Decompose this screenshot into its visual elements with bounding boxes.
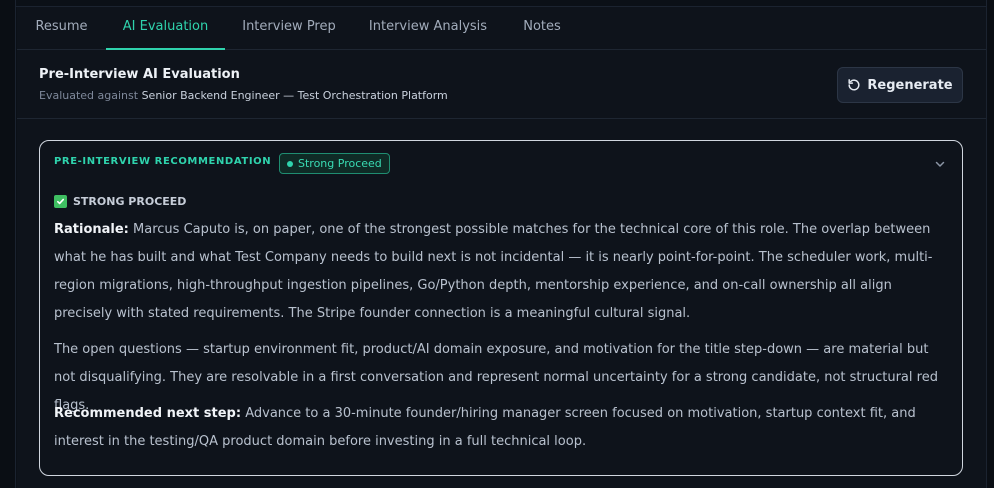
app-shell: Resume AI Evaluation Interview Prep Inte… bbox=[0, 0, 994, 488]
tab-interview-analysis[interactable]: Interview Analysis bbox=[353, 7, 503, 50]
rationale-paragraph: Rationale: Marcus Caputo is, on paper, o… bbox=[54, 216, 946, 328]
card-label: PRE-INTERVIEW RECOMMENDATION bbox=[54, 156, 272, 167]
status-badge-label: Strong Proceed bbox=[298, 157, 382, 170]
tab-resume[interactable]: Resume bbox=[17, 7, 106, 50]
rationale-text: Marcus Caputo is, on paper, one of the s… bbox=[54, 222, 933, 321]
subtitle-prefix: Evaluated against bbox=[39, 89, 139, 102]
regenerate-label: Regenerate bbox=[867, 77, 953, 93]
next-step-paragraph: Recommended next step: Advance to a 30-m… bbox=[54, 400, 946, 456]
status-badge: Strong Proceed bbox=[279, 153, 390, 174]
status-dot-icon bbox=[287, 160, 293, 167]
refresh-icon bbox=[847, 78, 861, 92]
tab-interview-prep[interactable]: Interview Prep bbox=[225, 7, 353, 50]
check-box-icon bbox=[54, 195, 67, 208]
verdict-text: STRONG PROCEED bbox=[73, 195, 187, 208]
right-rail bbox=[986, 0, 994, 488]
recommendation-card: PRE-INTERVIEW RECOMMENDATION Strong Proc… bbox=[39, 140, 963, 476]
tab-bar: Resume AI Evaluation Interview Prep Inte… bbox=[17, 7, 986, 50]
tab-notes[interactable]: Notes bbox=[503, 7, 581, 50]
page-title: Pre-Interview AI Evaluation bbox=[39, 67, 240, 82]
verdict-line: STRONG PROCEED bbox=[54, 195, 186, 208]
candidate-panel: Resume AI Evaluation Interview Prep Inte… bbox=[17, 7, 986, 488]
next-step-label: Recommended next step: bbox=[54, 406, 242, 421]
role-name: Senior Backend Engineer — Test Orchestra… bbox=[141, 89, 448, 102]
evaluation-header: Pre-Interview AI Evaluation Evaluated ag… bbox=[17, 51, 986, 119]
left-rail bbox=[0, 0, 16, 488]
chevron-down-icon[interactable] bbox=[933, 156, 947, 170]
evaluation-subtitle: Evaluated against Senior Backend Enginee… bbox=[39, 89, 448, 102]
rationale-label: Rationale: bbox=[54, 222, 129, 237]
tab-ai-evaluation[interactable]: AI Evaluation bbox=[106, 7, 225, 50]
regenerate-button[interactable]: Regenerate bbox=[837, 67, 963, 103]
